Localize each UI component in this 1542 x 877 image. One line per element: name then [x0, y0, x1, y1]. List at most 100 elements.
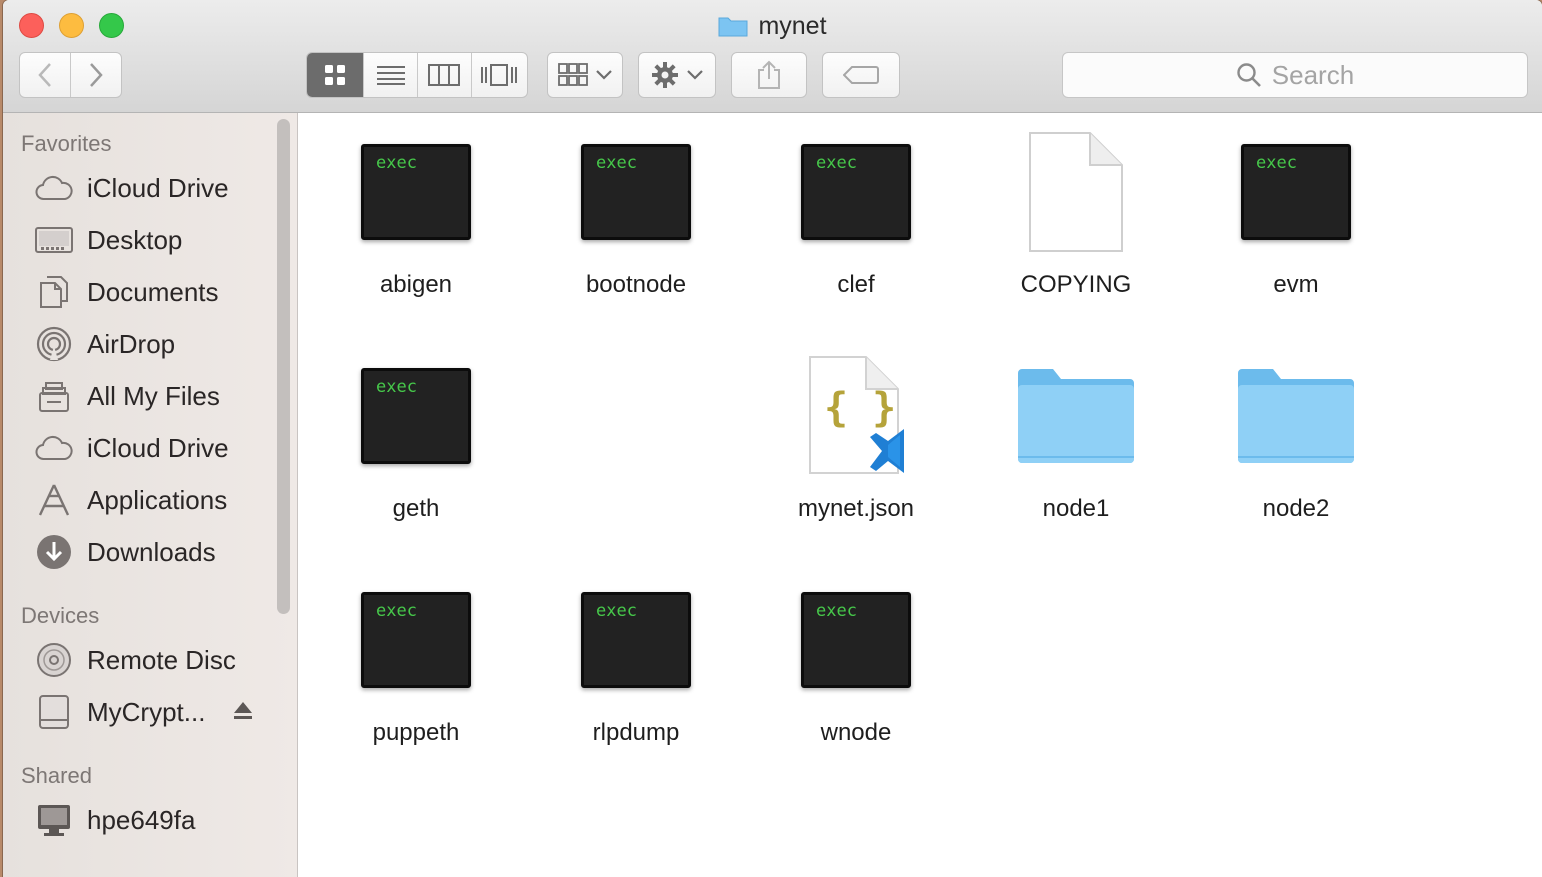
- sidebar-item-label: Documents: [87, 276, 219, 307]
- arrange-grid-icon: [558, 63, 588, 86]
- disc-icon: [35, 643, 73, 677]
- cloud-icon: [35, 431, 73, 465]
- all-files-icon: [35, 379, 73, 413]
- downloads-icon: [35, 535, 73, 569]
- sidebar-item-label: Applications: [87, 484, 228, 515]
- coverflow-view-button[interactable]: [472, 53, 527, 97]
- file-bootnode[interactable]: exec bootnode: [536, 127, 736, 299]
- action-button[interactable]: [638, 52, 716, 98]
- terminal-exec-icon: exec: [581, 592, 691, 688]
- share-icon: [758, 60, 780, 89]
- column-view-button[interactable]: [418, 53, 472, 97]
- sidebar-item-applications[interactable]: Applications: [35, 480, 227, 520]
- file-abigen[interactable]: exec abigen: [316, 127, 516, 299]
- sidebar-item-label: hpe649fa: [87, 804, 196, 835]
- sidebar-item-label: Desktop: [87, 224, 183, 255]
- share-button[interactable]: [731, 52, 807, 98]
- favorites-header: Favorites: [21, 131, 112, 156]
- cloud-icon: [35, 171, 73, 205]
- file-label: clef: [837, 271, 875, 298]
- file-label: node2: [1262, 495, 1330, 522]
- folder-icon: [1238, 369, 1354, 463]
- sidebar-item-all-my-files[interactable]: All My Files: [35, 376, 220, 416]
- list-view-button[interactable]: [364, 53, 418, 97]
- file-geth[interactable]: exec geth: [316, 351, 516, 523]
- forward-button[interactable]: [71, 53, 122, 97]
- sidebar-item-icloud-drive-2[interactable]: iCloud Drive: [35, 428, 229, 468]
- sidebar-scrollbar[interactable]: [277, 119, 290, 614]
- chevron-right-icon: [89, 63, 103, 87]
- toolbar: mynet Search: [3, 0, 1542, 113]
- file-puppeth[interactable]: exec puppeth: [316, 575, 516, 747]
- applications-icon: [35, 483, 73, 517]
- sidebar-item-label: AirDrop: [87, 328, 176, 359]
- back-forward-control: [19, 52, 122, 98]
- file-evm[interactable]: exec evm: [1196, 127, 1396, 299]
- documents-icon: [35, 275, 73, 309]
- tags-button[interactable]: [822, 52, 900, 98]
- sidebar-item-label: MyCrypt...: [87, 696, 206, 727]
- file-label: evm: [1273, 271, 1319, 298]
- terminal-exec-icon: exec: [581, 144, 691, 240]
- desktop-icon: [35, 223, 73, 257]
- file-label: abigen: [379, 271, 453, 298]
- terminal-exec-icon: exec: [361, 592, 471, 688]
- sidebar-item-desktop[interactable]: Desktop: [35, 220, 182, 260]
- airdrop-icon: [35, 326, 73, 362]
- file-label: geth: [392, 495, 440, 522]
- sidebar-item-remote-disc[interactable]: Remote Disc: [35, 640, 236, 680]
- sidebar-item-hpe649fa[interactable]: hpe649fa: [35, 800, 195, 840]
- file-label: wnode: [820, 719, 892, 746]
- devices-header: Devices: [21, 603, 100, 628]
- terminal-exec-icon: exec: [1241, 144, 1351, 240]
- search-placeholder: Search: [1271, 59, 1355, 90]
- sidebar-item-label: Remote Disc: [87, 644, 236, 675]
- tag-icon: [843, 66, 879, 84]
- chevron-down-icon: [596, 70, 612, 80]
- document-icon: [1029, 132, 1123, 252]
- file-label: mynet.json: [797, 495, 915, 522]
- sidebar-item-documents[interactable]: Documents: [35, 272, 219, 312]
- sidebar-item-label: iCloud Drive: [87, 432, 229, 463]
- file-label: bootnode: [585, 271, 687, 298]
- columns-icon: [428, 64, 461, 86]
- terminal-exec-icon: exec: [361, 368, 471, 464]
- file-clef[interactable]: exec clef: [756, 127, 956, 299]
- file-label: puppeth: [372, 719, 460, 746]
- terminal-exec-icon: exec: [801, 592, 911, 688]
- drive-icon: [35, 695, 73, 729]
- terminal-exec-icon: exec: [801, 144, 911, 240]
- folder-node1[interactable]: node1: [976, 351, 1176, 523]
- shared-header: Shared: [21, 763, 92, 788]
- file-mynet-json[interactable]: { } mynet.json: [756, 351, 956, 523]
- file-grid: exec abigen exec bootnode exec clef COPY…: [298, 113, 1542, 877]
- sidebar-item-label: Downloads: [87, 536, 216, 567]
- back-button[interactable]: [20, 53, 71, 97]
- search-field[interactable]: Search: [1062, 52, 1528, 98]
- sidebar-item-label: iCloud Drive: [87, 172, 229, 203]
- sidebar-item-mycrypt[interactable]: MyCrypt...: [35, 692, 205, 732]
- folder-icon: [1018, 369, 1134, 463]
- file-rlpdump[interactable]: exec rlpdump: [536, 575, 736, 747]
- arrange-button[interactable]: [547, 52, 623, 98]
- file-wnode[interactable]: exec wnode: [756, 575, 956, 747]
- sidebar-item-airdrop[interactable]: AirDrop: [35, 324, 175, 364]
- chevron-down-icon: [687, 70, 703, 80]
- coverflow-icon: [481, 64, 518, 86]
- file-copying[interactable]: COPYING: [976, 127, 1176, 299]
- window-title: mynet: [3, 10, 1542, 42]
- icon-view-button[interactable]: [307, 53, 365, 97]
- folder-node2[interactable]: node2: [1196, 351, 1396, 523]
- file-label: rlpdump: [592, 719, 680, 746]
- sidebar-item-downloads[interactable]: Downloads: [35, 532, 216, 572]
- chevron-left-icon: [38, 63, 51, 87]
- window-title-text: mynet: [758, 12, 827, 40]
- sidebar: Favorites iCloud Drive Desktop Documents…: [3, 113, 298, 877]
- sidebar-item-icloud-drive[interactable]: iCloud Drive: [35, 168, 229, 208]
- folder-icon: [718, 13, 748, 37]
- eject-icon[interactable]: [233, 700, 253, 722]
- json-brace-glyph: { }: [824, 385, 897, 431]
- view-mode-control: [306, 52, 528, 98]
- list-icon: [376, 66, 405, 85]
- sidebar-item-label: All My Files: [87, 380, 220, 411]
